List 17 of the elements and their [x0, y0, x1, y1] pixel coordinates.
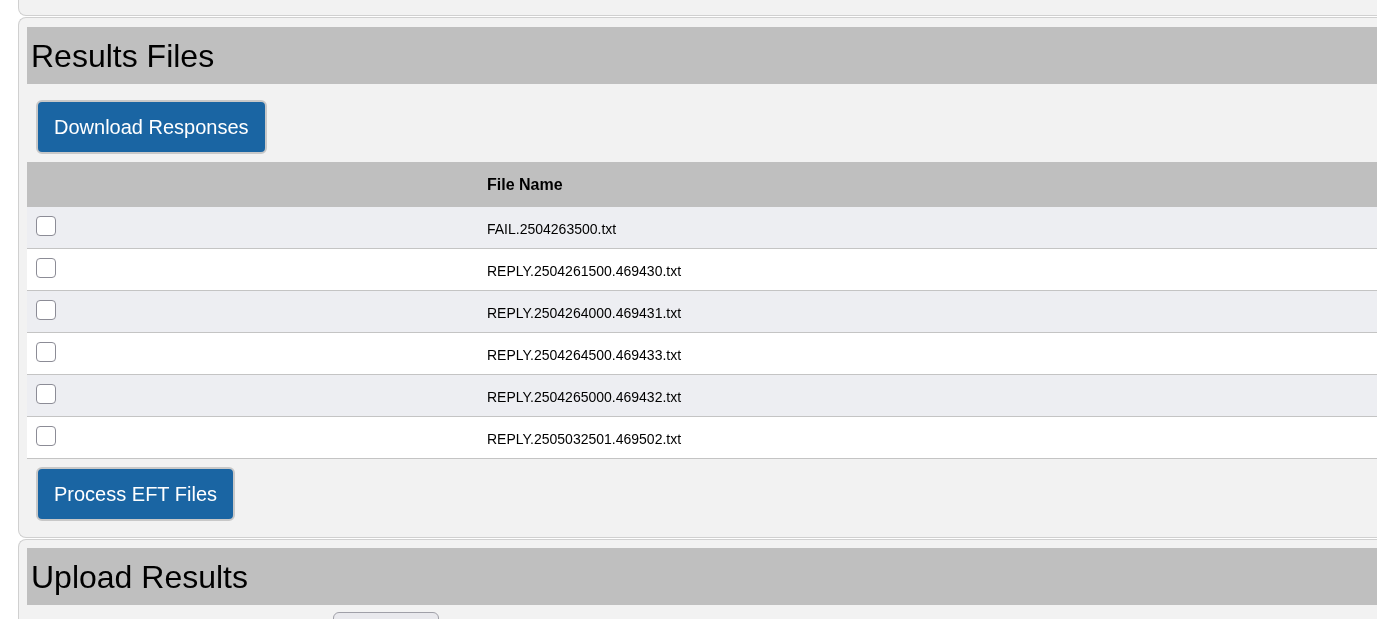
file-name-cell-text: FAIL.2504263500.txt [487, 220, 617, 239]
process-eft-files-button[interactable]: Process EFT Files [36, 467, 235, 521]
section-title: Upload Results [31, 557, 248, 597]
file-name-cell-text: REPLY.2504261500.469430.txt [487, 262, 682, 281]
checkbox[interactable] [36, 216, 56, 236]
checkbox[interactable] [36, 258, 56, 278]
download-responses-button[interactable]: Download Responses [36, 100, 267, 154]
checkbox[interactable] [36, 384, 56, 404]
file-name-cell-text: REPLY.2504264000.469431.txt [487, 304, 682, 323]
column-header: File Name [487, 174, 563, 195]
file-name-cell-text: REPLY.2505032501.469502.txt [487, 430, 682, 449]
file-name-cell-text: REPLY.2504265000.469432.txt [487, 388, 682, 407]
file-name-cell-text: REPLY.2504264500.469433.txt [487, 346, 682, 365]
checkbox[interactable] [36, 300, 56, 320]
checkbox[interactable] [36, 426, 56, 446]
section-title: Results Files [31, 36, 215, 76]
checkbox[interactable] [36, 342, 56, 362]
